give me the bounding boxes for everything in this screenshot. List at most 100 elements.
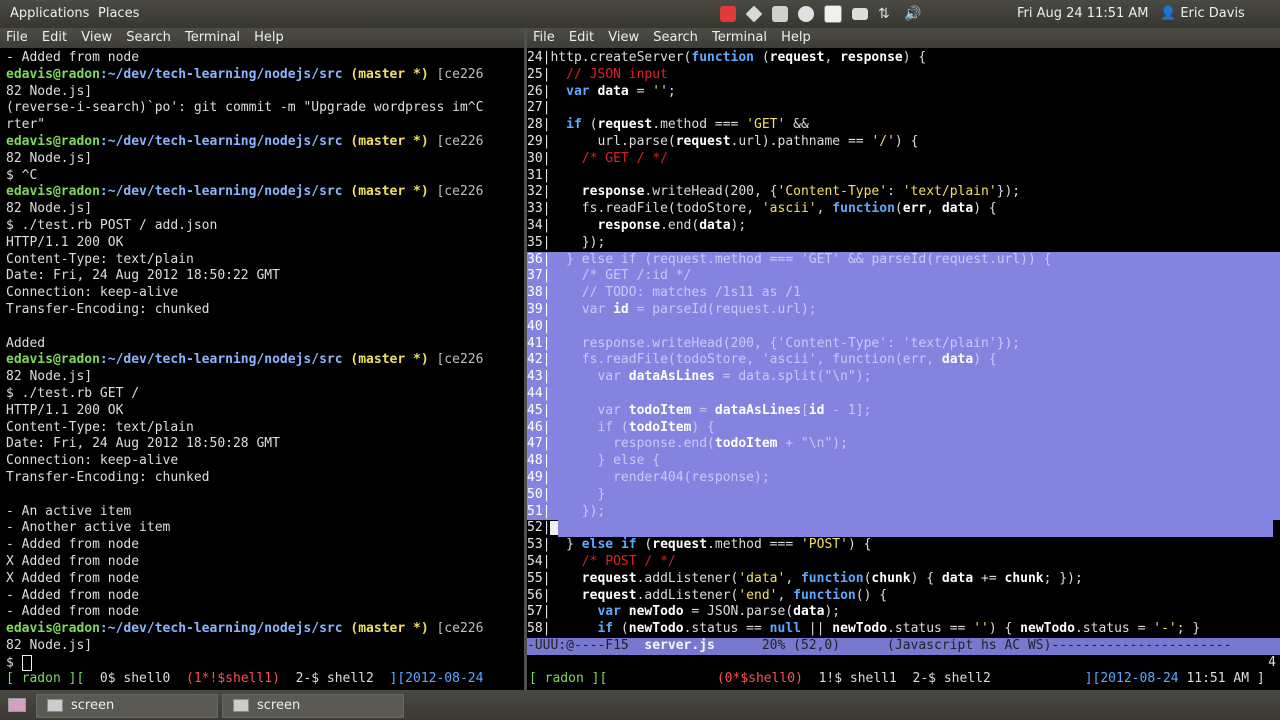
code-line[interactable]: 34| response.end(data); [527, 218, 1280, 235]
code-line[interactable]: 58| if (newTodo.status == null || newTod… [527, 621, 1280, 638]
network-arrows-icon[interactable]: ⇅ [878, 6, 894, 22]
line-number: 36| [527, 251, 551, 267]
clock[interactable]: Fri Aug 24 11:51 AM [1017, 6, 1149, 21]
menu-view[interactable]: View [81, 30, 112, 45]
code-line[interactable]: 28| if (request.method === 'GET' && [527, 117, 1280, 134]
menu-file[interactable]: File [6, 30, 28, 45]
taskbar-item-screen-2[interactable]: screen [222, 694, 404, 718]
code-line[interactable]: 41| response.writeHead(200, {'Content-Ty… [527, 335, 1280, 353]
code-line[interactable]: 38| // TODO: matches /1s11 as /1 [527, 285, 1280, 302]
code-line[interactable]: 54| /* POST / */ [527, 554, 1280, 571]
top-panel: Applications Places ⇅ 🔊 Fri Aug 24 11:51… [0, 0, 1280, 28]
code-line[interactable]: 29| url.parse(request.url).pathname == '… [527, 134, 1280, 151]
code-line[interactable]: 35| }); [527, 235, 1280, 252]
code-line[interactable]: 31| [527, 168, 1280, 185]
emacs-editor[interactable]: 24|http.createServer(function (request, … [527, 50, 1280, 690]
right-terminal-window[interactable]: File Edit View Search Terminal Help 24|h… [527, 28, 1280, 690]
left-terminal-output[interactable]: - Added from node edavis@radon:~/dev/tech… [0, 50, 524, 690]
menu-file[interactable]: File [533, 30, 555, 45]
screen-window-1[interactable]: 1!$ shell1 [819, 671, 913, 686]
user-menu[interactable]: 👤 Eric Davis [1160, 6, 1245, 21]
code-line[interactable]: 37| /* GET /:id */ [527, 268, 1280, 286]
terminal-line: $ ./test.rb POST / add.json [6, 217, 218, 233]
shell-input-line[interactable]: $ [0, 654, 524, 672]
menu-terminal[interactable]: Terminal [712, 30, 767, 45]
line-number: 32| [527, 184, 551, 200]
code-line[interactable]: 25| // JSON input [527, 67, 1280, 84]
code-line[interactable]: 30| /* GET / */ [527, 151, 1280, 168]
screen-window-0[interactable]: 0$ shell0 [100, 671, 186, 686]
prompt-path: :~/dev/tech-learning/nodejs/src [99, 66, 343, 82]
code-line[interactable]: 40| [527, 318, 1280, 336]
code-line[interactable]: 42| fs.readFile(todoStore, 'ascii', func… [527, 352, 1280, 370]
screen-window-2[interactable]: 2-$ shell2 [913, 671, 1085, 686]
code-line[interactable]: 24|http.createServer(function (request, … [527, 50, 1280, 67]
prompt-user: edavis@radon [6, 66, 100, 82]
system-tray: ⇅ 🔊 [720, 5, 930, 23]
menu-help[interactable]: Help [781, 30, 811, 45]
line-number: 28| [527, 117, 551, 133]
code-line[interactable]: 48| } else { [527, 453, 1280, 470]
code-text: var id = parseId(request.url); [581, 301, 817, 317]
code-line[interactable]: 32| response.writeHead(200, {'Content-Ty… [527, 184, 1280, 201]
code-line[interactable]: 52| [527, 520, 1280, 538]
code-line[interactable]: 47| response.end(todoItem + "\n"); [527, 436, 1280, 454]
code-line[interactable]: 44| [527, 385, 1280, 403]
dropbox-icon[interactable] [745, 5, 763, 23]
terminal-line: HTTP/1.1 200 OK [6, 402, 124, 418]
menu-help[interactable]: Help [254, 30, 284, 45]
menu-edit[interactable]: Edit [42, 30, 67, 45]
line-number: 51| [527, 503, 551, 519]
left-terminal-menubar: File Edit View Search Terminal Help [0, 28, 524, 48]
applications-menu[interactable]: Applications [10, 6, 89, 21]
menu-edit[interactable]: Edit [569, 30, 594, 45]
code-line[interactable]: 57| var newTodo = JSON.parse(data); [527, 604, 1280, 621]
code-text: if (todoItem) { [597, 419, 715, 435]
code-line[interactable]: 26| var data = ''; [527, 84, 1280, 101]
prompt-branch: (master *) [342, 66, 429, 82]
volume-icon[interactable]: 🔊 [904, 6, 921, 22]
code-line[interactable]: 36| } else if (request.method === 'GET' … [527, 251, 1280, 269]
places-menu[interactable]: Places [98, 6, 139, 21]
menu-view[interactable]: View [608, 30, 639, 45]
buffer-name[interactable]: server.js [644, 638, 714, 653]
menu-search[interactable]: Search [653, 30, 698, 45]
chrome-icon[interactable] [798, 6, 814, 22]
code-line[interactable]: 55| request.addListener('data', function… [527, 571, 1280, 588]
screen-window-0[interactable]: (0*$shell0) [717, 671, 819, 686]
code-line[interactable]: 45| var todoItem = dataAsLines[id - 1]; [527, 402, 1280, 420]
prompt-path: :~/dev/tech-learning/nodejs/src [99, 184, 343, 200]
code-line[interactable]: 46| if (todoItem) { [527, 419, 1280, 437]
mail-icon[interactable] [720, 6, 736, 22]
code-line[interactable]: 39| var id = parseId(request.url); [527, 301, 1280, 319]
code-line[interactable]: 43| var dataAsLines = data.split("\n"); [527, 369, 1280, 386]
line-number: 42| [527, 352, 551, 368]
code-text: var data = ''; [566, 83, 676, 99]
code-line[interactable]: 56| request.addListener('end', function(… [527, 588, 1280, 605]
code-text: var newTodo = JSON.parse(data); [597, 604, 841, 620]
code-text: url.parse(request.url).pathname == '/') … [597, 133, 919, 149]
code-line[interactable]: 27| [527, 100, 1280, 117]
newspaper-icon[interactable] [824, 5, 842, 23]
envelope-icon[interactable] [852, 8, 868, 20]
menu-search[interactable]: Search [126, 30, 171, 45]
taskbar-item-screen-1[interactable]: screen [36, 694, 218, 718]
screen-host: [ radon ][ [6, 671, 100, 687]
code-text: if (request.method === 'GET' && [566, 117, 809, 133]
terminal-line: Transfer-Encoding: chunked [6, 469, 210, 485]
show-desktop-icon[interactable] [8, 698, 26, 712]
mode-line-prefix: -UUU:@----F15 [527, 637, 645, 653]
code-line[interactable]: 50| } [527, 486, 1280, 504]
screen-window-2[interactable]: 2-$ shell2 [296, 671, 390, 686]
briefcase-icon[interactable] [772, 6, 788, 22]
code-text: } else if (request.method === 'POST') { [550, 537, 872, 553]
code-line[interactable]: 49| render404(response); [527, 469, 1280, 487]
code-line[interactable]: 53| } else if (request.method === 'POST'… [527, 537, 1280, 554]
code-line[interactable]: 33| fs.readFile(todoStore, 'ascii', func… [527, 201, 1280, 218]
terminal-line: $ ^C [6, 167, 38, 183]
shell-prompt: edavis@radon:~/dev/tech-learning/nodejs/… [0, 352, 524, 369]
screen-window-1[interactable]: (1*!$shell1) [186, 671, 296, 686]
code-line[interactable]: 51| }); [527, 503, 1280, 521]
left-terminal-window[interactable]: File Edit View Search Terminal Help - Ad… [0, 28, 524, 690]
menu-terminal[interactable]: Terminal [185, 30, 240, 45]
